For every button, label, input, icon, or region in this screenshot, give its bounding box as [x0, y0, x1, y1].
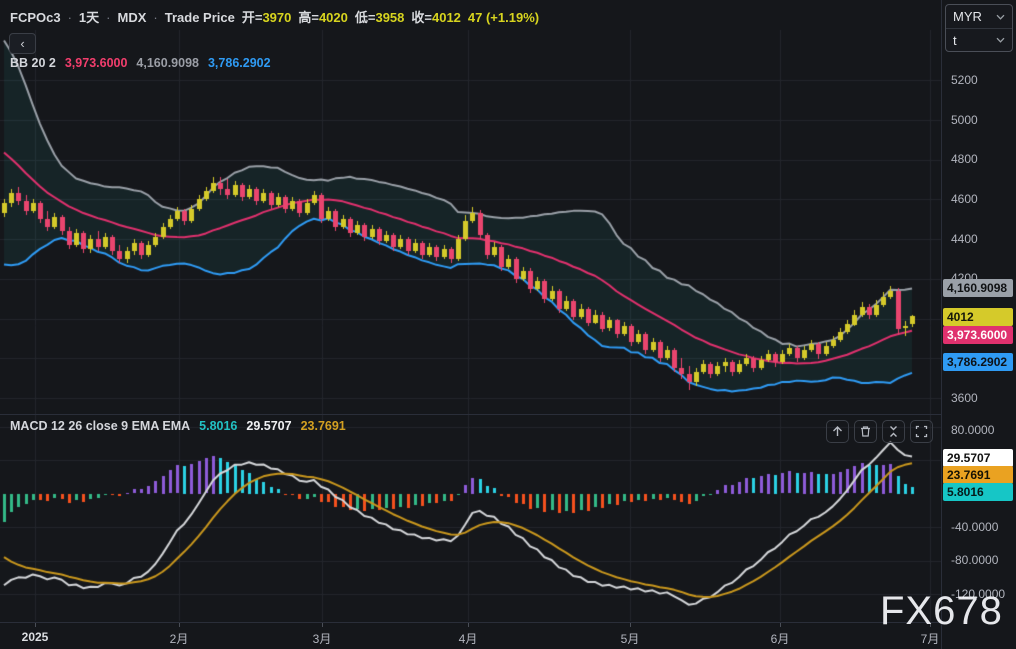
unit-dropdown[interactable]: t [946, 28, 1012, 51]
axis-tick-label: 5000 [951, 113, 978, 127]
time-axis[interactable]: 2025 2月 3月 4月 5月 6月 7月 [0, 622, 1016, 649]
delete-pane-button[interactable] [854, 420, 877, 443]
open-value: 3970 [262, 10, 292, 25]
time-axis-tick [35, 623, 36, 627]
bb-lower-value: 3,786.2902 [207, 56, 271, 70]
price-axis[interactable]: MYR t 5200 5000 4800 4600 4400 4200 3600 80.000… [941, 0, 1016, 649]
collapse-pane-button[interactable] [882, 420, 905, 443]
open-label: 开=3970 [241, 10, 292, 25]
separator: · [106, 10, 111, 25]
unit-value: t [953, 32, 957, 48]
trash-icon [861, 426, 870, 437]
macd-pane-toolbar [826, 420, 933, 443]
high-label: 高=4020 [298, 10, 348, 25]
axis-tick-label: 4800 [951, 152, 978, 166]
time-axis-label: 4月 [458, 632, 478, 646]
macd-hist-value: 5.8016 [199, 419, 238, 433]
time-axis-label: 2025 [21, 630, 49, 644]
macd-line-value: 29.5707 [246, 419, 292, 433]
currency-dropdown[interactable]: MYR [946, 5, 1012, 28]
low-label: 低=3958 [354, 10, 405, 25]
time-axis-label: 3月 [312, 632, 332, 646]
low-value: 3958 [375, 10, 405, 25]
axis-tick-label: 4600 [951, 192, 978, 206]
bb-basis-value: 3,973.6000 [64, 56, 128, 70]
change-value: 47 (+1.19%) [467, 10, 540, 25]
maximize-pane-button[interactable] [910, 420, 933, 443]
trading-chart-app: FCPOc3 · 1天 · MDX · Trade Price 开=3970 高… [0, 0, 1016, 649]
axis-tick-label: -40.0000 [951, 520, 999, 534]
separator: · [67, 10, 72, 25]
bb-upper-badge: 4,160.9098 [943, 279, 1013, 297]
signal-value-badge: 23.7691 [943, 466, 1013, 484]
currency-unit-selector: MYR t [945, 4, 1013, 52]
bb-basis-badge: 3,973.6000 [943, 326, 1013, 344]
collapse-icon [890, 426, 897, 437]
separator: · [153, 10, 158, 25]
currency-value: MYR [953, 9, 982, 24]
exchange-label: MDX [117, 10, 147, 25]
close-label: 收=4012 [411, 10, 461, 25]
axis-tick-label: -80.0000 [951, 553, 999, 567]
macd-indicator-legend[interactable]: MACD 12 26 close 9 EMA EMA 5.8016 29.570… [10, 419, 346, 433]
series-type-label: Trade Price [164, 10, 235, 25]
axis-tick-label: 4400 [951, 232, 978, 246]
close-value: 4012 [431, 10, 461, 25]
chevron-left-icon: ‹ [20, 36, 25, 51]
bb-title: BB 20 2 [10, 56, 56, 70]
macd-value-badge: 29.5707 [943, 449, 1013, 467]
axis-tick-label: 5200 [951, 73, 978, 87]
time-axis-label: 2月 [169, 632, 189, 646]
hist-value-badge: 5.8016 [943, 483, 1013, 501]
arrow-up-icon [833, 426, 842, 436]
last-price-badge: 4012 [943, 308, 1013, 326]
time-axis-label: 6月 [770, 632, 790, 646]
chevron-down-icon [996, 14, 1005, 20]
chevron-down-icon [996, 37, 1005, 43]
axis-tick-label: 80.0000 [951, 423, 995, 437]
maximize-icon [915, 425, 928, 438]
fx678-watermark: FX678 [880, 589, 1003, 633]
interval-label[interactable]: 1天 [79, 7, 99, 26]
symbol-header: FCPOc3 · 1天 · MDX · Trade Price 开=3970 高… [10, 7, 539, 26]
pane-separator[interactable] [0, 414, 1016, 415]
bb-lower-badge: 3,786.2902 [943, 353, 1013, 371]
high-value: 4020 [318, 10, 348, 25]
time-axis-tick [630, 623, 631, 627]
symbol-name[interactable]: FCPOc3 [10, 10, 61, 25]
time-axis-tick [322, 623, 323, 627]
axis-tick-label: 3600 [951, 391, 978, 405]
move-pane-up-button[interactable] [826, 420, 849, 443]
macd-signal-value: 23.7691 [300, 419, 346, 433]
bb-indicator-legend[interactable]: BB 20 2 3,973.6000 4,160.9098 3,786.2902 [10, 56, 271, 70]
time-axis-tick [179, 623, 180, 627]
time-axis-tick [468, 623, 469, 627]
macd-title: MACD 12 26 close 9 EMA EMA [10, 419, 191, 433]
time-axis-tick [780, 623, 781, 627]
time-axis-label: 5月 [620, 632, 640, 646]
bb-upper-value: 4,160.9098 [136, 56, 199, 70]
back-button[interactable]: ‹ [9, 33, 36, 54]
price-macd-chart-canvas[interactable] [0, 0, 941, 622]
